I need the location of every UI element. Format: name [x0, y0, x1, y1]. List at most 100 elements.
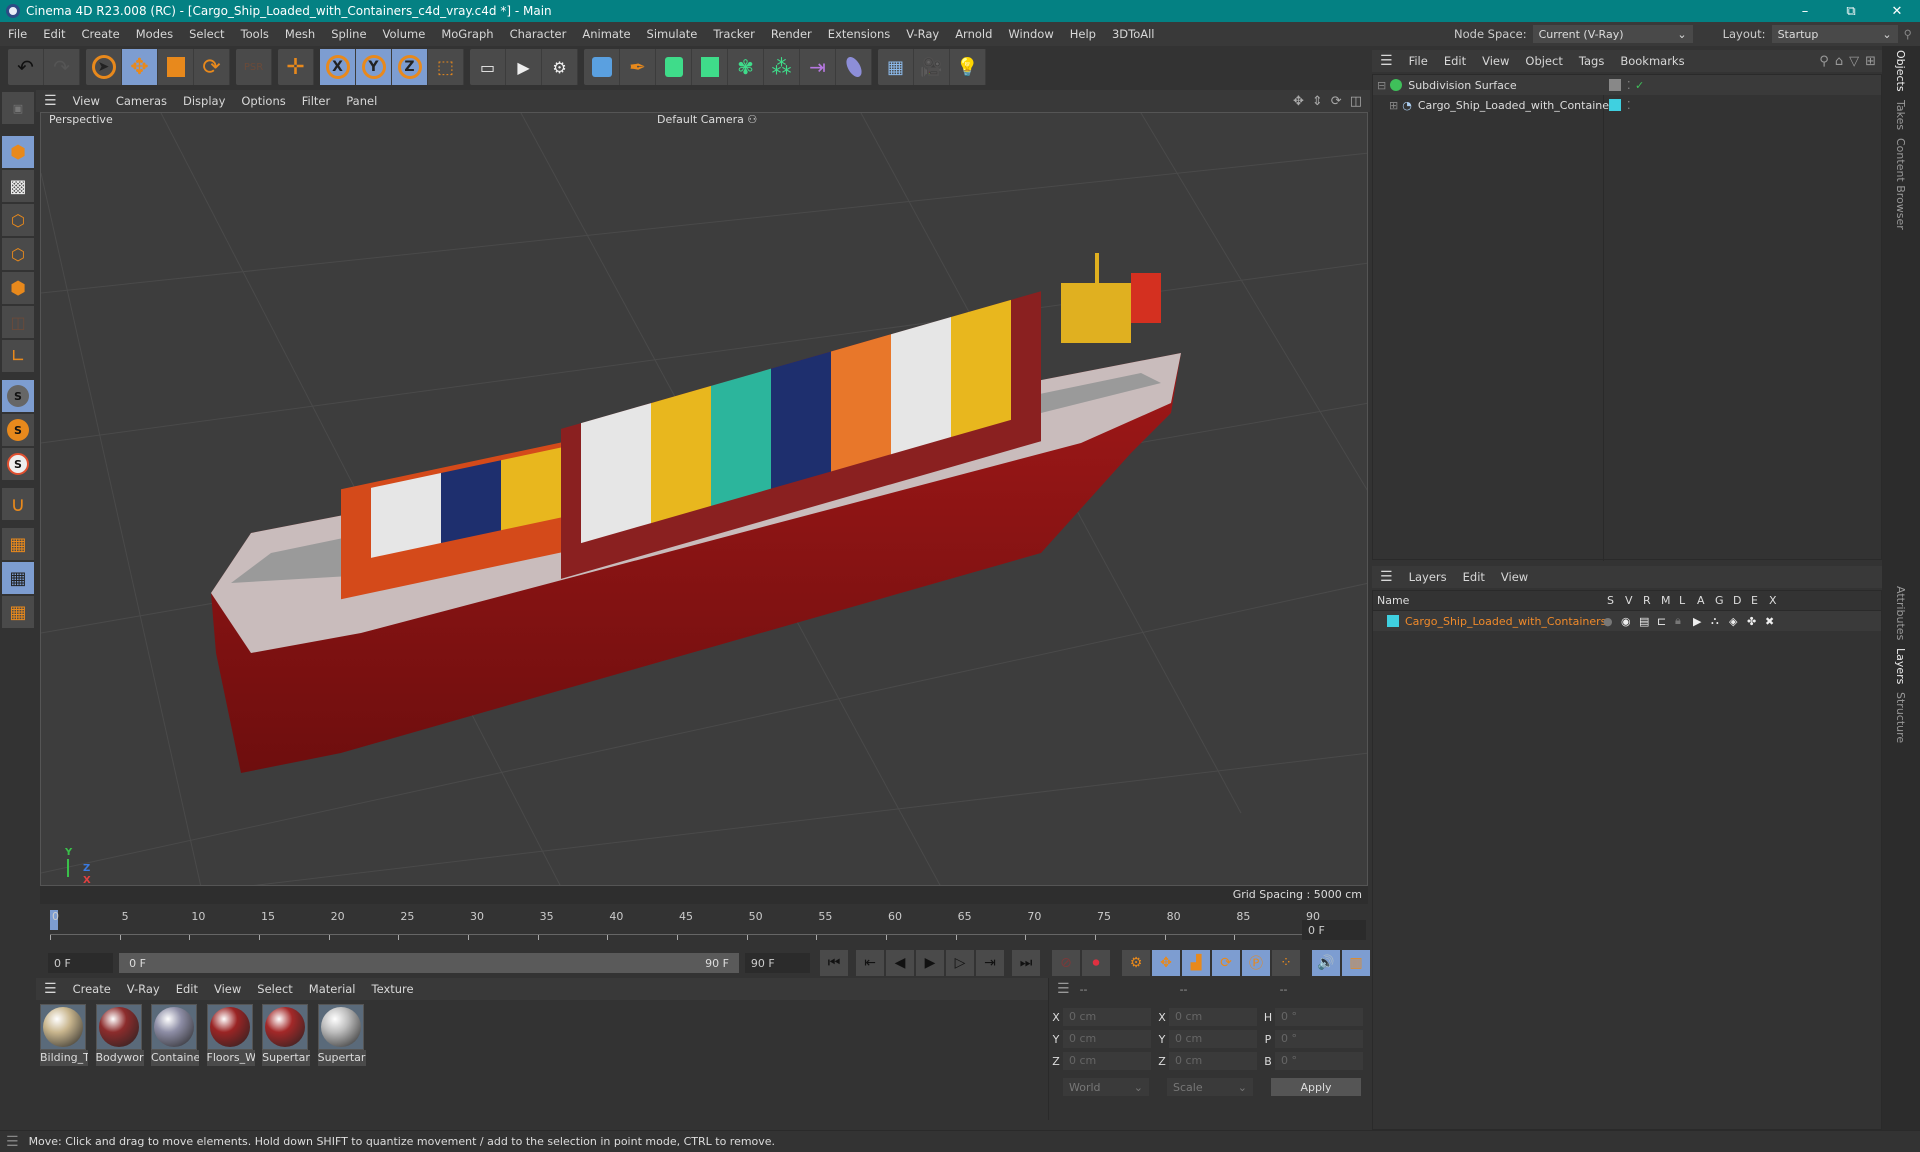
animation-play-icon[interactable]: ▶ [1693, 615, 1711, 628]
material-item[interactable]: Bodywor [95, 1004, 144, 1066]
go-to-start-button[interactable]: ⏮ [820, 950, 848, 976]
new-view-icon[interactable]: ⊞ [1865, 54, 1876, 69]
pos-y-field[interactable]: 0 cm [1063, 1030, 1151, 1048]
apply-button[interactable]: Apply [1271, 1078, 1361, 1096]
deformer-button[interactable]: ⇥ [800, 49, 836, 85]
psr-button[interactable]: PSR [236, 49, 272, 85]
menu-help[interactable]: Help [1062, 27, 1104, 41]
material-menu-texture[interactable]: Texture [364, 982, 422, 996]
menu-3dtoall[interactable]: 3DToAll [1104, 27, 1163, 41]
scale-tool-button[interactable] [158, 49, 194, 85]
object-menu-tags[interactable]: Tags [1571, 54, 1612, 68]
hamburger-icon[interactable]: ☰ [6, 1134, 19, 1150]
viewport-menu-view[interactable]: View [65, 94, 108, 108]
expand-icon[interactable]: ⊞ [1389, 99, 1398, 112]
search-icon[interactable]: ⚲ [1819, 54, 1829, 69]
coordinate-mode-dropdown[interactable]: Scale ⌄ [1167, 1078, 1253, 1096]
lock-icon[interactable]: 🔒︎ [1675, 614, 1693, 628]
object-menu-file[interactable]: File [1401, 54, 1436, 68]
film-button[interactable]: ▥ [1342, 950, 1370, 976]
rot-p-field[interactable]: 0 ° [1275, 1030, 1363, 1048]
menu-animate[interactable]: Animate [574, 27, 638, 41]
start-frame-field[interactable]: 0 F [48, 953, 114, 973]
timeline-ruler[interactable]: 0 5 10 15 20 25 30 35 40 45 50 55 60 65 70 75 80 85 90 0 F [36, 908, 1370, 948]
menu-vray[interactable]: V-Ray [898, 27, 947, 41]
material-item[interactable]: Floors_W [206, 1004, 255, 1066]
play-button[interactable]: ▶ [916, 950, 944, 976]
xref-icon[interactable]: ✖ [1765, 615, 1783, 628]
texture-mode-button[interactable]: ▩ [2, 170, 34, 202]
material-item[interactable]: Containe [151, 1004, 199, 1066]
z-axis-lock-button[interactable]: Z [392, 49, 428, 85]
menu-simulate[interactable]: Simulate [639, 27, 706, 41]
object-menu-object[interactable]: Object [1517, 54, 1570, 68]
subdivision-button[interactable] [656, 49, 692, 85]
hamburger-icon[interactable]: ☰ [36, 981, 65, 997]
object-menu-edit[interactable]: Edit [1436, 54, 1474, 68]
autokey-button[interactable]: ⏺ [1082, 950, 1110, 976]
material-menu-create[interactable]: Create [65, 982, 119, 996]
workplane-button[interactable]: ▦ [2, 528, 34, 560]
deformer-icon[interactable]: ◈ [1729, 615, 1747, 628]
key-rotation-button[interactable]: ⟳ [1212, 950, 1240, 976]
menu-arnold[interactable]: Arnold [947, 27, 1000, 41]
viewport-menu-cameras[interactable]: Cameras [108, 94, 175, 108]
move-tool-button[interactable]: ✥ [122, 49, 158, 85]
go-to-end-button[interactable]: ⏭ [1012, 950, 1040, 976]
align-workplane-button[interactable]: ▦ [2, 596, 34, 628]
viewport-3d[interactable]: Perspective Default Camera ⚇ Y Z X [40, 112, 1368, 886]
pen-button[interactable]: ✒ [620, 49, 656, 85]
snap-button[interactable]: S [2, 380, 34, 412]
menu-character[interactable]: Character [502, 27, 575, 41]
make-editable-button[interactable]: ▣ [2, 92, 34, 124]
next-frame-button[interactable]: ▷ [946, 950, 974, 976]
close-button[interactable]: ✕ [1874, 4, 1920, 19]
tab-objects[interactable]: Objects [1894, 46, 1907, 96]
filter-icon[interactable]: ▽ [1849, 54, 1859, 69]
visibility-dots-icon[interactable]: ⁚ [1627, 79, 1631, 92]
axis-mode-button[interactable]: ∟ [2, 340, 34, 372]
enabled-check-icon[interactable]: ✓ [1635, 79, 1644, 92]
edges-mode-button[interactable]: ⬡ [2, 238, 34, 270]
coordinate-system-button[interactable]: ⬚ [428, 49, 464, 85]
pos-x-field[interactable]: 0 cm [1063, 1008, 1151, 1026]
menu-edit[interactable]: Edit [35, 27, 73, 41]
menu-mesh[interactable]: Mesh [277, 27, 323, 41]
frame-range-slider[interactable]: 0 F 90 F [119, 953, 739, 973]
render-picture-viewer-button[interactable]: ▶ [506, 49, 542, 85]
quantize-button[interactable]: S [2, 448, 34, 480]
mograph-button[interactable]: ⁂ [764, 49, 800, 85]
maximize-view-icon[interactable]: ◫ [1350, 94, 1362, 109]
light-button[interactable]: 💡 [950, 49, 986, 85]
menu-tracker[interactable]: Tracker [705, 27, 763, 41]
key-parameter-button[interactable]: Ⓟ [1242, 950, 1270, 976]
live-selection-button[interactable]: ➤ [86, 49, 122, 85]
menu-window[interactable]: Window [1000, 27, 1061, 41]
hamburger-icon[interactable]: ☰ [1057, 981, 1070, 997]
render-settings-button[interactable]: ⚙ [542, 49, 578, 85]
hamburger-icon[interactable]: ☰ [1372, 569, 1401, 585]
node-space-dropdown[interactable]: Current (V-Ray) ⌄ [1532, 25, 1693, 43]
key-scale-button[interactable]: ▟ [1182, 950, 1210, 976]
cloner-button[interactable]: ✾ [728, 49, 764, 85]
previous-key-button[interactable]: ⇤ [856, 950, 884, 976]
camera-button[interactable]: 🎥 [914, 49, 950, 85]
menu-volume[interactable]: Volume [375, 27, 434, 41]
floor-button[interactable]: ▦ [878, 49, 914, 85]
visibility-dots-icon[interactable]: ⁚ [1627, 99, 1631, 112]
object-row[interactable]: ⊟ Subdivision Surface ⁚ ✓ [1373, 75, 1881, 95]
rot-b-field[interactable]: 0 ° [1275, 1052, 1363, 1070]
layer-menu-layers[interactable]: Layers [1401, 570, 1455, 584]
layout-dropdown[interactable]: Startup ⌄ [1771, 25, 1898, 43]
rotate-tool-button[interactable]: ⟳ [194, 49, 230, 85]
material-menu-view[interactable]: View [206, 982, 249, 996]
viewport-menu-options[interactable]: Options [233, 94, 293, 108]
material-menu-select[interactable]: Select [249, 982, 300, 996]
menu-modes[interactable]: Modes [128, 27, 181, 41]
current-frame-field[interactable]: 0 F [1302, 920, 1366, 940]
undo-button[interactable]: ↶ [8, 49, 44, 85]
polygons-mode-button[interactable]: ⬢ [2, 272, 34, 304]
menu-create[interactable]: Create [74, 27, 128, 41]
previous-frame-button[interactable]: ◀ [886, 950, 914, 976]
material-item[interactable]: Supertar [317, 1004, 366, 1066]
